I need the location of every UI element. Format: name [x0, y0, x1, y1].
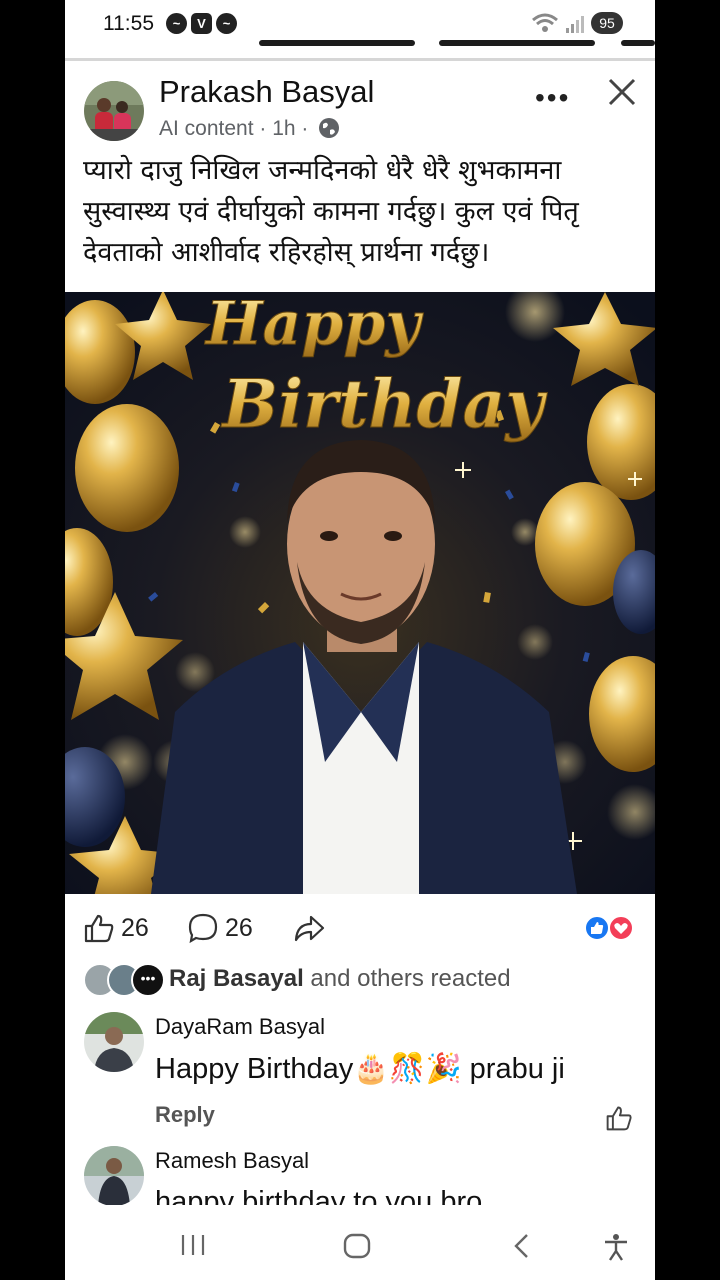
story-strip [621, 40, 655, 46]
comment-author[interactable]: DayaRam Basyal [155, 1014, 325, 1040]
signal-icon [566, 16, 584, 33]
divider [65, 58, 655, 61]
reaction-summary-rest: and others reacted [303, 965, 511, 992]
post-image[interactable]: Happy Birthday [65, 282, 655, 916]
thumbs-up-icon [84, 914, 114, 943]
phone-screen: 11:55 ~ V ~ 95 Prakash Basyal AI content… [65, 0, 655, 1280]
battery-indicator: 95 [591, 12, 623, 34]
recent-apps-icon[interactable] [179, 1233, 207, 1257]
comment-icon [188, 913, 218, 944]
more-reactors-icon: ••• [131, 963, 165, 997]
share-button[interactable] [293, 912, 325, 944]
comment-button[interactable]: 26 [187, 912, 253, 944]
home-icon[interactable] [343, 1233, 371, 1259]
status-time: 11:55 [103, 12, 154, 35]
messenger-icon: ~ [216, 13, 237, 34]
story-strip [259, 40, 415, 46]
story-strip [439, 40, 595, 46]
like-count: 26 [121, 913, 149, 942]
comment-item: Ramesh Basyal happy birthday to you bro [65, 1142, 655, 1212]
wifi-icon [532, 13, 558, 32]
reply-button[interactable]: Reply [155, 1102, 215, 1128]
share-icon [294, 915, 325, 942]
author-avatar[interactable] [84, 81, 144, 141]
post-action-bar: 26 26 [65, 900, 655, 960]
accessibility-icon[interactable] [603, 1233, 629, 1261]
image-heading-birthday: Birthday [220, 365, 548, 443]
commenter-avatar[interactable] [84, 1012, 144, 1072]
comment-count: 26 [225, 913, 253, 942]
comment-like-icon[interactable] [605, 1104, 633, 1132]
close-icon[interactable] [607, 74, 637, 114]
comment-text: Happy Birthday🎂🎊🎉 prabu ji [155, 1053, 565, 1085]
back-icon[interactable] [511, 1233, 533, 1259]
v-app-icon: V [191, 13, 212, 34]
image-heading-happy: Happy [204, 292, 424, 359]
commenter-avatar[interactable] [84, 1146, 144, 1206]
post-meta: AI content · 1h · [159, 117, 340, 141]
comment-item: DayaRam Basyal Happy Birthday🎂🎊🎉 prabu j… [65, 1008, 655, 1138]
like-button[interactable]: 26 [83, 912, 149, 944]
reaction-summary-text: Raj Basayal and others reacted [169, 965, 511, 993]
post-caption: प्यारो दाजु निखिल जन्मदिनको धेरै धेरै शु… [83, 155, 579, 268]
post-meta-text: AI content · 1h · [159, 117, 309, 140]
globe-icon [319, 118, 340, 138]
reaction-summary[interactable]: ••• Raj Basayal and others reacted [83, 962, 643, 997]
comment-author[interactable]: Ramesh Basyal [155, 1148, 309, 1174]
reaction-summary-name: Raj Basayal [169, 965, 304, 992]
post-author-name[interactable]: Prakash Basyal [159, 74, 374, 110]
post-header: Prakash Basyal AI content · 1h · ••• [65, 62, 655, 150]
system-nav-bar [65, 1205, 655, 1280]
messenger-icon: ~ [166, 13, 187, 34]
status-bar: 11:55 ~ V ~ 95 [65, 0, 655, 46]
reaction-badges[interactable] [583, 914, 635, 942]
more-options-icon[interactable]: ••• [535, 82, 570, 114]
